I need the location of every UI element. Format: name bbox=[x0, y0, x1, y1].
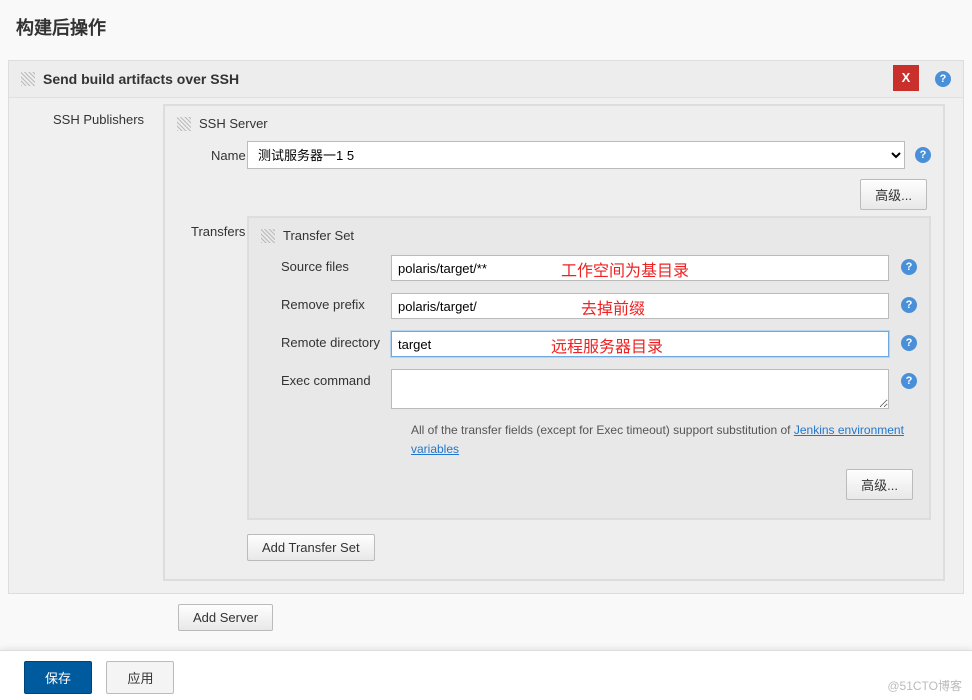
ssh-server-label: SSH Server bbox=[199, 116, 268, 131]
name-label: Name bbox=[177, 148, 247, 163]
apply-button[interactable]: 应用 bbox=[106, 661, 174, 694]
ssh-server-box: SSH Server Name 测试服务器一1 5 ? 高级... Transf… bbox=[163, 104, 945, 581]
transfer-set-label: Transfer Set bbox=[283, 228, 354, 243]
remote-directory-label: Remote directory bbox=[261, 331, 391, 350]
page-title: 构建后操作 bbox=[0, 0, 972, 60]
ssh-publishers-label: SSH Publishers bbox=[53, 104, 163, 581]
section-title: Send build artifacts over SSH bbox=[43, 71, 239, 87]
drag-handle-icon[interactable] bbox=[177, 117, 191, 131]
drag-handle-icon[interactable] bbox=[21, 72, 35, 86]
section-header[interactable]: Send build artifacts over SSH bbox=[9, 61, 963, 98]
help-icon[interactable]: ? bbox=[901, 373, 917, 389]
source-files-input[interactable] bbox=[391, 255, 889, 281]
advanced-button[interactable]: 高级... bbox=[860, 179, 927, 210]
remove-prefix-label: Remove prefix bbox=[261, 293, 391, 312]
exec-command-input[interactable] bbox=[391, 369, 889, 409]
footer-bar: 保存 应用 bbox=[0, 650, 972, 700]
help-icon[interactable]: ? bbox=[935, 71, 951, 87]
transfer-advanced-button[interactable]: 高级... bbox=[846, 469, 913, 500]
help-icon[interactable]: ? bbox=[915, 147, 931, 163]
transfer-set-box: Transfer Set Source files ? 工作空间为基目录 Rem… bbox=[247, 216, 931, 520]
help-icon[interactable]: ? bbox=[901, 297, 917, 313]
transfer-note: All of the transfer fields (except for E… bbox=[411, 421, 917, 459]
save-button[interactable]: 保存 bbox=[24, 661, 92, 694]
ssh-publish-section: X ? Send build artifacts over SSH SSH Pu… bbox=[8, 60, 964, 594]
remove-prefix-input[interactable] bbox=[391, 293, 889, 319]
help-icon[interactable]: ? bbox=[901, 259, 917, 275]
close-button[interactable]: X bbox=[893, 65, 919, 91]
drag-handle-icon[interactable] bbox=[261, 229, 275, 243]
source-files-label: Source files bbox=[261, 255, 391, 274]
remote-directory-input[interactable] bbox=[391, 331, 889, 357]
help-icon[interactable]: ? bbox=[901, 335, 917, 351]
transfers-label: Transfers bbox=[177, 216, 247, 561]
server-name-select[interactable]: 测试服务器一1 5 bbox=[247, 141, 905, 169]
exec-command-label: Exec command bbox=[261, 369, 391, 388]
add-transfer-set-button[interactable]: Add Transfer Set bbox=[247, 534, 375, 561]
add-server-button[interactable]: Add Server bbox=[178, 604, 273, 631]
